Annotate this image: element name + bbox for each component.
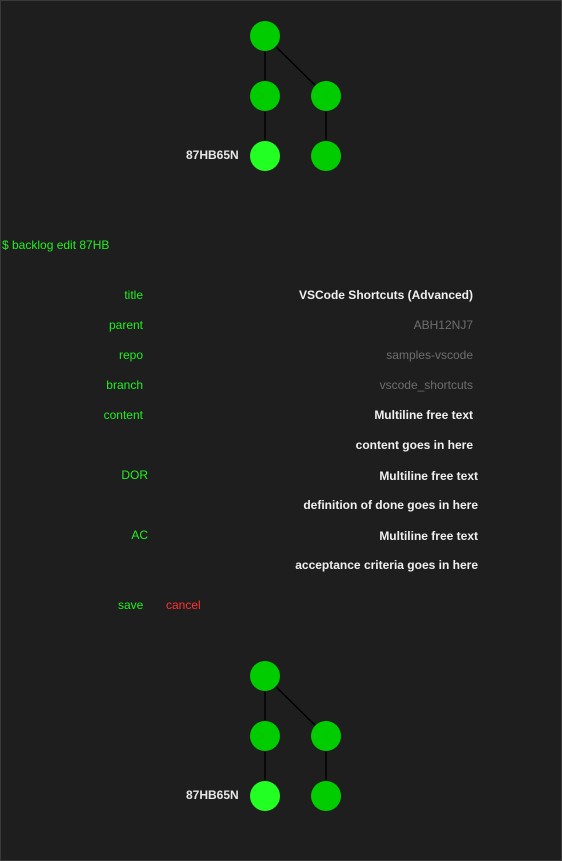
ac-field-line2[interactable]: acceptance criteria goes in here (295, 558, 478, 572)
repo-field[interactable]: samples-vscode (386, 348, 473, 362)
commit-graph-bottom: 87HB65N (0, 640, 562, 840)
repo-label: repo (118, 348, 143, 362)
ac-label: AC (131, 528, 148, 542)
ac-field-line1[interactable]: Multiline free text (379, 529, 478, 543)
save-button[interactable]: save (118, 598, 143, 612)
commit-node[interactable] (311, 721, 341, 751)
selected-node-label: 87HB65N (186, 148, 239, 162)
title-field[interactable]: VSCode Shortcuts (Advanced) (299, 288, 473, 302)
commit-graph-bottom-svg (250, 661, 341, 811)
dor-label: DOR (121, 468, 148, 482)
command-line: $ backlog edit 87HB (2, 238, 110, 252)
parent-field[interactable]: ABH12NJ7 (414, 318, 473, 332)
commit-node-selected[interactable] (250, 141, 280, 171)
dor-field-line2[interactable]: definition of done goes in here (303, 498, 478, 512)
commit-node[interactable] (250, 661, 280, 691)
parent-label: parent (108, 318, 143, 332)
commit-node[interactable] (250, 81, 280, 111)
content-label: content (103, 408, 143, 422)
commit-node[interactable] (250, 721, 280, 751)
selected-node-label: 87HB65N (186, 788, 239, 802)
branch-field[interactable]: vscode_shortcuts (380, 378, 473, 392)
commit-node[interactable] (311, 141, 341, 171)
commit-node-selected[interactable] (250, 781, 280, 811)
content-field-line1[interactable]: Multiline free text (374, 408, 473, 422)
commit-graph-top-svg (250, 21, 341, 171)
cancel-button[interactable]: cancel (166, 598, 201, 612)
commit-graph-top: 87HB65N (0, 0, 562, 200)
commit-node[interactable] (311, 81, 341, 111)
commit-node[interactable] (311, 781, 341, 811)
dor-field-line1[interactable]: Multiline free text (379, 469, 478, 483)
title-label: title (124, 288, 143, 302)
content-field-line2[interactable]: content goes in here (356, 438, 473, 452)
branch-label: branch (106, 378, 143, 392)
commit-node[interactable] (250, 21, 280, 51)
